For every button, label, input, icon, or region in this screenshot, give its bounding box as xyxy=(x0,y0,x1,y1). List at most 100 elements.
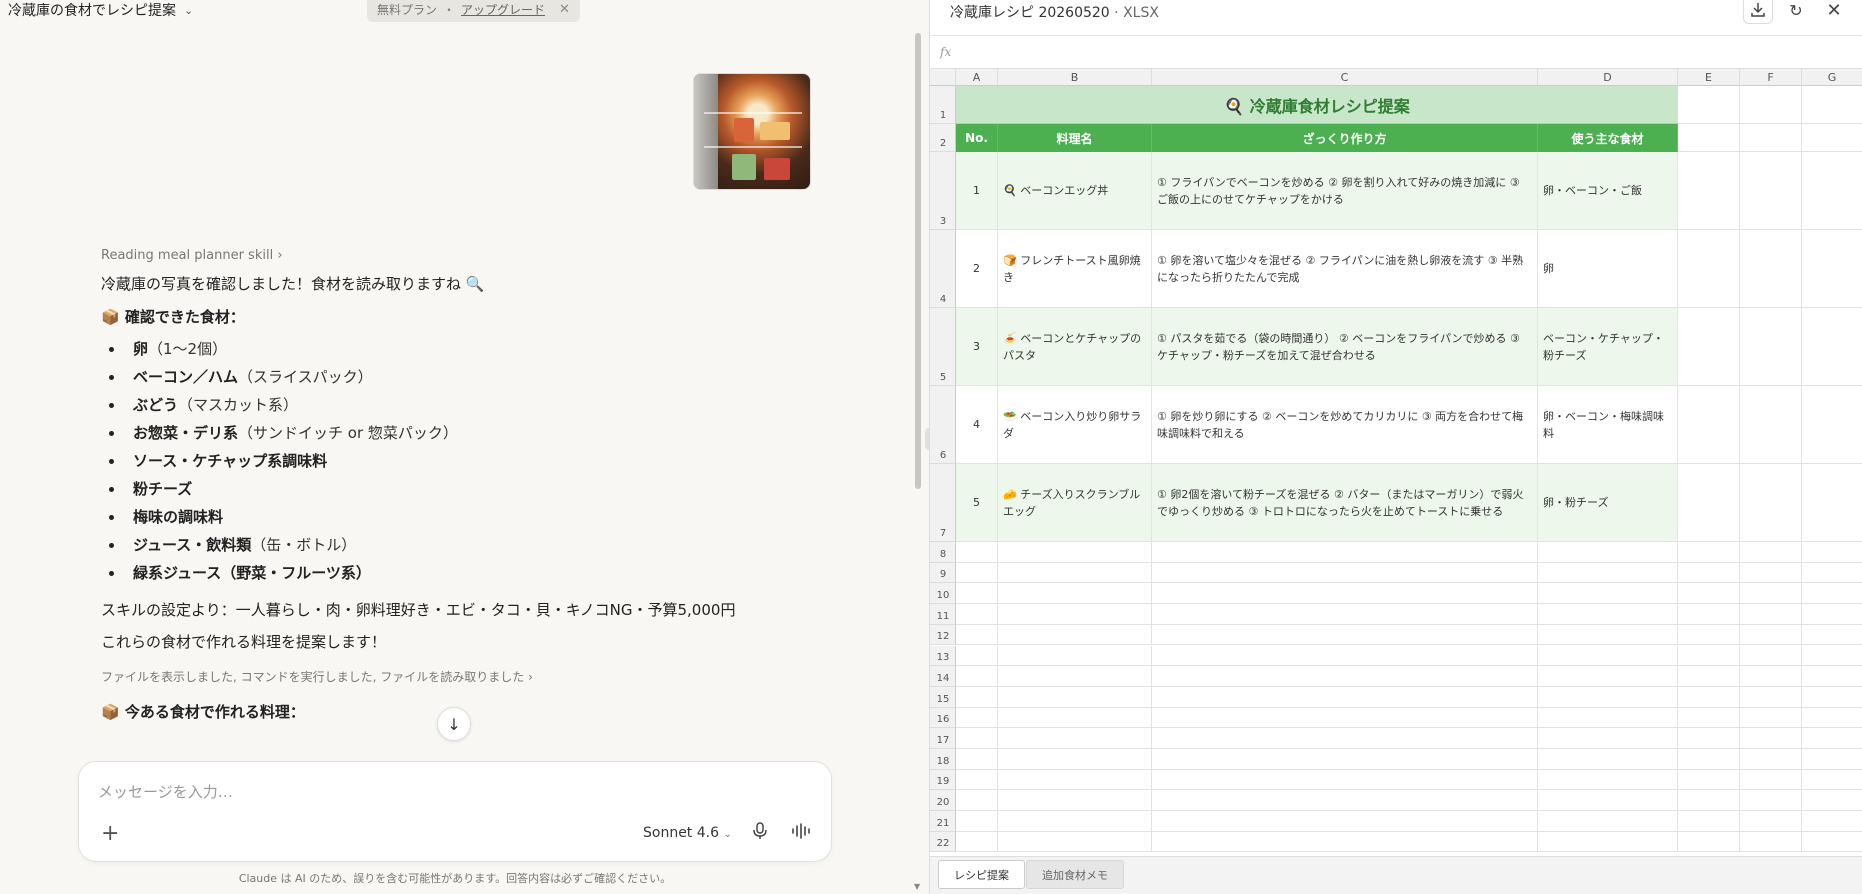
grid-cell[interactable] xyxy=(1678,769,1740,791)
column-header[interactable]: G xyxy=(1802,69,1862,86)
grid-cell[interactable] xyxy=(1678,124,1740,152)
grid-cell[interactable] xyxy=(956,769,998,791)
header-cell[interactable]: No. xyxy=(956,124,998,152)
grid-cell[interactable] xyxy=(998,583,1152,605)
row-header[interactable]: 5 xyxy=(930,308,956,386)
grid-cell[interactable] xyxy=(1802,604,1862,625)
table-cell[interactable]: ① フライパンでベーコンを炒める ② 卵を割り入れて好みの焼き加減に ③ ご飯の… xyxy=(1152,152,1538,230)
grid-cell[interactable] xyxy=(998,542,1152,563)
grid-cell[interactable] xyxy=(1740,583,1802,605)
chat-title-dropdown[interactable]: 冷蔵庫の食材でレシピ提案 ⌄ xyxy=(8,0,193,20)
grid-cell[interactable] xyxy=(1678,811,1740,832)
row-header[interactable]: 2 xyxy=(930,124,956,152)
table-cell[interactable]: ① パスタを茹でる（袋の時間通り） ② ベーコンをフライパンで炒める ③ ケチャ… xyxy=(1152,308,1538,386)
grid-cell[interactable] xyxy=(1740,124,1802,152)
grid-cell[interactable] xyxy=(1740,811,1802,832)
row-header[interactable]: 19 xyxy=(930,769,956,791)
grid-cell[interactable] xyxy=(1802,749,1862,770)
grid-cell[interactable] xyxy=(956,749,998,770)
grid-cell[interactable] xyxy=(1678,728,1740,749)
column-header[interactable]: A xyxy=(956,69,998,86)
grid-cell[interactable] xyxy=(998,707,1152,729)
grid-cell[interactable] xyxy=(1678,386,1740,464)
grid-cell[interactable] xyxy=(1152,728,1538,749)
row-header[interactable]: 7 xyxy=(930,464,956,542)
grid-cell[interactable] xyxy=(1538,604,1678,625)
table-cell[interactable]: 卵・ベーコン・ご飯 xyxy=(1538,152,1678,230)
skill-link[interactable]: Reading meal planner skill › xyxy=(101,248,821,263)
grid-cell[interactable] xyxy=(1538,583,1678,605)
grid-cell[interactable] xyxy=(1740,604,1802,625)
sheet-title[interactable]: 🍳 冷蔵庫食材レシピ提案 xyxy=(956,86,1678,124)
row-header[interactable]: 4 xyxy=(930,230,956,308)
grid-cell[interactable] xyxy=(998,769,1152,791)
table-cell[interactable]: ベーコン・ケチャップ・粉チーズ xyxy=(1538,308,1678,386)
grid-cell[interactable] xyxy=(1678,645,1740,667)
grid-cell[interactable] xyxy=(1740,542,1802,563)
grid-cell[interactable] xyxy=(1740,86,1802,124)
row-header[interactable]: 17 xyxy=(930,728,956,749)
table-cell[interactable]: 1 xyxy=(956,152,998,230)
row-header[interactable]: 9 xyxy=(930,562,956,584)
grid-cell[interactable] xyxy=(1678,831,1740,853)
row-header[interactable]: 22 xyxy=(930,831,956,853)
grid-cell[interactable] xyxy=(1678,86,1740,124)
row-header[interactable]: 1 xyxy=(930,86,956,124)
grid-cell[interactable] xyxy=(1802,583,1862,605)
grid-cell[interactable] xyxy=(998,790,1152,812)
grid-cell[interactable] xyxy=(1538,707,1678,729)
grid-cell[interactable] xyxy=(1802,728,1862,749)
model-selector[interactable]: Sonnet 4.6 ⌄ xyxy=(643,825,732,841)
row-header[interactable]: 16 xyxy=(930,707,956,729)
grid-cell[interactable] xyxy=(1678,542,1740,563)
grid-cell[interactable] xyxy=(1740,769,1802,791)
grid-cell[interactable] xyxy=(1678,790,1740,812)
formula-bar[interactable]: fx xyxy=(930,37,1862,69)
grid-cell[interactable] xyxy=(1538,666,1678,687)
grid-cell[interactable] xyxy=(1538,562,1678,584)
grid-cell[interactable] xyxy=(956,790,998,812)
grid-cell[interactable] xyxy=(956,831,998,853)
row-header[interactable]: 12 xyxy=(930,624,956,646)
scroll-down-arrow-icon[interactable]: ↓ xyxy=(437,707,471,741)
table-cell[interactable]: ① 卵2個を溶いて粉チーズを混ぜる ② バター（またはマーガリン）で弱火でゆっく… xyxy=(1152,464,1538,542)
grid-cell[interactable] xyxy=(1678,583,1740,605)
grid-cell[interactable] xyxy=(1740,666,1802,687)
grid-cell[interactable] xyxy=(1802,152,1862,230)
grid-cell[interactable] xyxy=(1802,308,1862,386)
refresh-icon[interactable]: ↻ xyxy=(1781,0,1811,24)
grid-cell[interactable] xyxy=(1538,542,1678,563)
grid-cell[interactable] xyxy=(1802,542,1862,563)
grid-cell[interactable] xyxy=(1740,728,1802,749)
chat-scrollbar[interactable] xyxy=(915,33,921,489)
grid-cell[interactable] xyxy=(1740,464,1802,542)
column-header[interactable]: C xyxy=(1152,69,1538,86)
grid-cell[interactable] xyxy=(998,749,1152,770)
grid-cell[interactable] xyxy=(1802,666,1862,687)
grid-cell[interactable] xyxy=(1152,707,1538,729)
grid-cell[interactable] xyxy=(1740,645,1802,667)
table-cell[interactable]: 4 xyxy=(956,386,998,464)
grid-cell[interactable] xyxy=(1802,646,1862,667)
grid-cell[interactable] xyxy=(1152,811,1538,832)
grid-cell[interactable] xyxy=(956,811,998,832)
grid-cell[interactable] xyxy=(1740,386,1802,464)
grid-cell[interactable] xyxy=(1678,562,1740,584)
grid-cell[interactable] xyxy=(956,666,998,687)
grid-cell[interactable] xyxy=(1802,811,1862,832)
table-cell[interactable]: 5 xyxy=(956,464,998,542)
column-header[interactable]: B xyxy=(998,69,1152,86)
grid-cell[interactable] xyxy=(1538,811,1678,832)
grid-cell[interactable] xyxy=(1802,124,1862,152)
grid-cell[interactable] xyxy=(1678,624,1740,646)
grid-cell[interactable] xyxy=(998,728,1152,749)
table-cell[interactable]: 🍳 ベーコンエッグ丼 xyxy=(998,152,1152,230)
grid-cell[interactable] xyxy=(1678,749,1740,770)
row-header[interactable]: 18 xyxy=(930,749,956,770)
mic-icon[interactable] xyxy=(753,822,767,844)
table-cell[interactable]: 🍞 フレンチトースト風卵焼き xyxy=(998,230,1152,308)
grid-cell[interactable] xyxy=(1740,707,1802,729)
close-icon[interactable]: ✕ xyxy=(1819,0,1849,24)
grid-cell[interactable] xyxy=(1740,308,1802,386)
grid-cell[interactable] xyxy=(1538,728,1678,749)
